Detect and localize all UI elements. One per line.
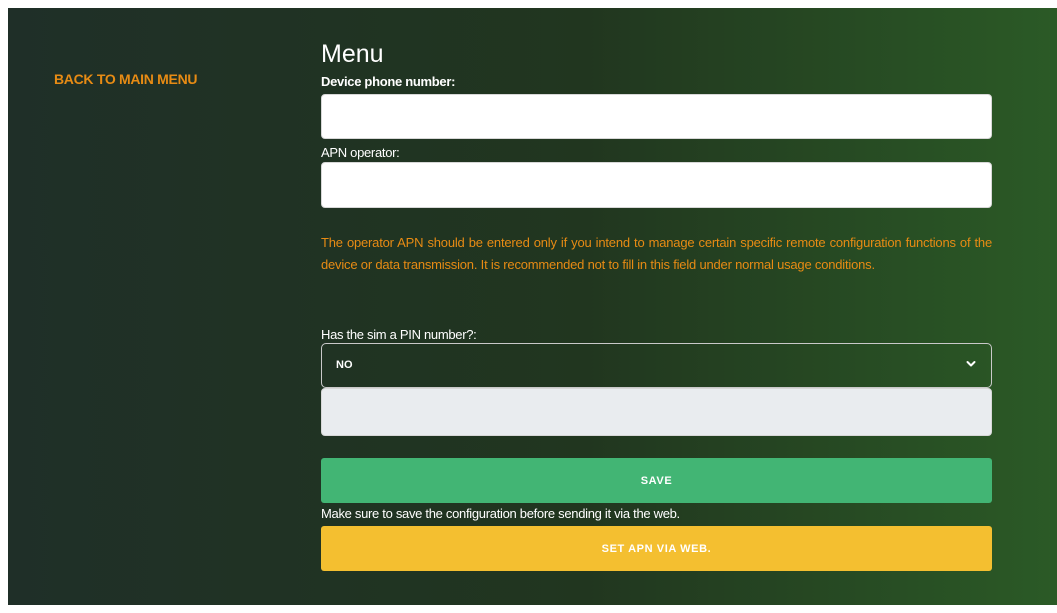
app-screen: BACK TO MAIN MENU Menu Device phone numb… [8,8,1057,605]
save-reminder-text: Make sure to save the configuration befo… [321,506,680,521]
phone-number-input[interactable] [321,94,992,139]
apn-operator-input[interactable] [321,162,992,208]
sim-pin-selected-value: NO [336,359,353,371]
sim-pin-label: Has the sim a PIN number?: [321,327,477,342]
set-apn-via-web-button[interactable]: SET APN VIA WEB. [321,526,992,571]
chevron-down-icon [966,361,976,367]
phone-number-label: Device phone number: [321,74,456,89]
page-title: Menu [321,40,384,68]
save-button[interactable]: SAVE [321,458,992,503]
back-to-main-menu-link[interactable]: BACK TO MAIN MENU [54,71,198,87]
sim-pin-input [321,388,992,436]
apn-hint-text: The operator APN should be entered only … [321,235,992,272]
apn-operator-label: APN operator: [321,145,400,160]
sim-pin-select[interactable]: NO [321,343,992,388]
